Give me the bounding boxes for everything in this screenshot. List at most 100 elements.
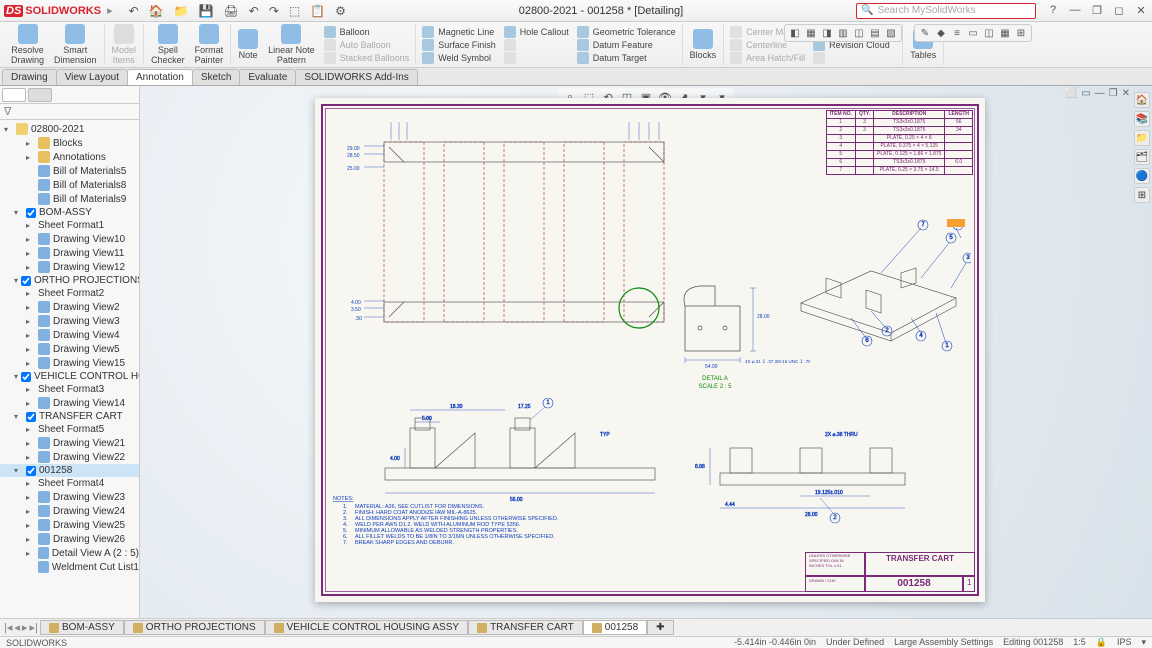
tree-item[interactable]: ▸Drawing View21 (0, 436, 139, 450)
tree-item[interactable]: ▾BOM-ASSY (0, 206, 139, 219)
right-view[interactable]: 8.88 28.00 4.44 19.125±.010 2X ⌀.38 THRU… (695, 418, 945, 538)
tree-root[interactable]: ▾02800-2021 (0, 122, 139, 136)
ribbon-note[interactable]: Note (235, 29, 261, 61)
tree-item[interactable]: Weldment Cut List1 (0, 560, 139, 574)
appearances-icon[interactable]: 🔵 (1134, 168, 1150, 184)
qat-button[interactable]: 📁 (174, 4, 189, 18)
minimize-icon[interactable]: — (1068, 4, 1082, 17)
ribbon-datum-target[interactable]: Datum Target (575, 52, 678, 64)
plan-view[interactable]: 29.00 28.50 25.00 4.00 3.50 .50 (329, 112, 669, 332)
ribbon-surface-finish[interactable]: Surface Finish (420, 39, 498, 51)
ribbon-weld-symbol[interactable]: Weld Symbol (420, 52, 498, 64)
tree-item[interactable]: ▸Drawing View10 (0, 232, 139, 246)
qat-button[interactable]: ↷ (269, 4, 279, 18)
tab-nav-last-icon[interactable]: ▸| (29, 621, 37, 634)
tree-item[interactable]: ▸Blocks (0, 136, 139, 150)
ribbon-hole-callout[interactable]: Hole Callout (502, 26, 571, 38)
home-icon[interactable]: 🏠 (1134, 92, 1150, 108)
tab-nav-prev-icon[interactable]: ◂ (14, 621, 20, 634)
tree-item[interactable]: ▸Drawing View11 (0, 246, 139, 260)
tree-item[interactable]: ▸Drawing View2 (0, 300, 139, 314)
status-units[interactable]: IPS (1117, 637, 1132, 648)
ribbon-resolve[interactable]: ResolveDrawing (8, 24, 47, 66)
tree-item[interactable]: ▸Drawing View14 (0, 396, 139, 410)
cmdtab-evaluate[interactable]: Evaluate (239, 69, 296, 85)
tree-item[interactable]: ▾ORTHO PROJECTIONS (0, 274, 139, 287)
tree-filter[interactable]: ∇ (0, 104, 139, 120)
qat-button[interactable]: ↶ (249, 4, 259, 18)
tab-nav-first-icon[interactable]: |◂ (4, 621, 12, 634)
sheet-tab-bom-assy[interactable]: BOM-ASSY (40, 620, 124, 635)
ribbon-linear-note[interactable]: Linear NotePattern (265, 24, 318, 66)
feature-tree-tab-icon[interactable] (2, 88, 26, 102)
tree-item[interactable]: ▸Drawing View26 (0, 532, 139, 546)
tree-item[interactable]: ▸Drawing View12 (0, 260, 139, 274)
sheet-tab-001258[interactable]: 001258 (583, 620, 647, 635)
resources-icon[interactable]: 📚 (1134, 111, 1150, 127)
drawing-sheet[interactable]: ITEM NO.QTY.DESCRIPTIONLENGTH13TS3x3x0.1… (315, 98, 985, 602)
ribbon-geometric-tolerance[interactable]: Geometric Tolerance (575, 26, 678, 38)
bom-table[interactable]: ITEM NO.QTY.DESCRIPTIONLENGTH13TS3x3x0.1… (826, 110, 973, 175)
status-scale[interactable]: 1:5 (1073, 637, 1086, 648)
graphics-area[interactable]: ⌕ ⬚ ⟲ ◫ ▣ 👁 ⬈ ▾ ▾ 🏠 📚 📁 🗂 🔵 ⊞ ⬜ ▭ — ❐ ✕ (140, 86, 1152, 618)
qat-button[interactable]: 🖨 (224, 4, 239, 18)
cmdtab-drawing[interactable]: Drawing (2, 69, 57, 85)
tree-item[interactable]: ▸Drawing View4 (0, 328, 139, 342)
ribbon-magnetic-line[interactable]: Magnetic Line (420, 26, 498, 38)
tree-item[interactable]: ▸Drawing View24 (0, 504, 139, 518)
feature-tree[interactable]: ▾02800-2021▸Blocks▸AnnotationsBill of Ma… (0, 120, 139, 618)
viewport-restore-icon[interactable]: ❐ (1109, 88, 1118, 99)
tree-item[interactable]: ▸Sheet Format3 (0, 383, 139, 396)
viewport-min-icon[interactable]: — (1095, 88, 1105, 99)
cmdtab-sketch[interactable]: Sketch (192, 69, 241, 85)
tree-item[interactable]: Bill of Materials8 (0, 178, 139, 192)
props-icon[interactable]: ⊞ (1134, 187, 1150, 203)
task-pane[interactable]: 🏠 📚 📁 🗂 🔵 ⊞ (1134, 92, 1150, 203)
ribbon-format[interactable]: FormatPainter (192, 24, 227, 66)
tree-item[interactable]: ▸Sheet Format5 (0, 423, 139, 436)
tree-item[interactable]: ▸Sheet Format2 (0, 287, 139, 300)
restore-icon[interactable]: ❐ (1090, 4, 1104, 17)
file-explorer-icon[interactable]: 🗂 (1134, 149, 1150, 165)
sheet-tab-ortho-projections[interactable]: ORTHO PROJECTIONS (124, 620, 265, 635)
heads-up-toolbar-2[interactable]: ✎◆≡▭◫▦⊞ (914, 24, 1032, 42)
ribbon-smart[interactable]: SmartDimension (51, 24, 100, 66)
tree-item[interactable]: ▸Drawing View23 (0, 490, 139, 504)
close-icon[interactable]: ✕ (1134, 4, 1148, 17)
tree-item[interactable]: ▸Drawing View22 (0, 450, 139, 464)
tree-item[interactable]: ▾VEHICLE CONTROL HOUSING ASS (0, 370, 139, 383)
ribbon-datum-feature[interactable]: Datum Feature (575, 39, 678, 51)
design-lib-icon[interactable]: 📁 (1134, 130, 1150, 146)
panel-tabs[interactable] (0, 86, 139, 104)
tree-item[interactable]: ▸Annotations (0, 150, 139, 164)
tree-item[interactable]: ▸Drawing View5 (0, 342, 139, 356)
ribbon-spell[interactable]: SpellChecker (148, 24, 188, 66)
detail-view-a[interactable]: 54.00 28.00 4X ⌀.31 ↧ .37 3/8-16 UNC ↧ .… (675, 278, 810, 398)
qat-button[interactable]: ⬚ (289, 4, 300, 18)
tab-nav-next-icon[interactable]: ▸ (22, 621, 28, 634)
sheet-tab-transfer-cart[interactable]: TRANSFER CART (468, 620, 583, 635)
cmdtab-view-layout[interactable]: View Layout (56, 69, 128, 85)
help-icon[interactable]: ? (1046, 4, 1060, 17)
tree-item[interactable]: ▸Sheet Format4 (0, 477, 139, 490)
cmdtab-solidworks-add-ins[interactable]: SOLIDWORKS Add-Ins (295, 69, 417, 85)
tree-item[interactable]: ▸Detail View A (2 : 5) (0, 546, 139, 560)
qat-button[interactable]: 💾 (199, 4, 214, 18)
status-more-icon[interactable]: ▾ (1141, 637, 1146, 648)
ribbon-balloon[interactable]: Balloon (322, 26, 412, 38)
tree-item[interactable]: ▸Drawing View15 (0, 356, 139, 370)
search-box[interactable]: 🔍 Search MySolidWorks (856, 3, 1036, 19)
heads-up-toolbar-1[interactable]: ◧▦◨▥◫▤▧ (784, 24, 902, 42)
cmdtab-annotation[interactable]: Annotation (127, 69, 193, 85)
viewport-close-icon[interactable]: ✕ (1122, 88, 1130, 99)
viewport-max-icon[interactable]: ⬜ (1065, 88, 1077, 99)
status-lock-icon[interactable]: 🔒 (1096, 637, 1107, 648)
qat-button[interactable]: ↶ (129, 4, 139, 18)
tree-item[interactable]: Bill of Materials5 (0, 164, 139, 178)
maximize-icon[interactable]: ◻ (1112, 4, 1126, 17)
sheet-tab-vehicle-control-housing-assy[interactable]: VEHICLE CONTROL HOUSING ASSY (265, 620, 468, 635)
property-tab-icon[interactable] (28, 88, 52, 102)
qat-button[interactable]: ⚙ (335, 4, 346, 18)
tree-item[interactable]: ▾001258 (0, 464, 139, 477)
tree-item[interactable]: ▸Drawing View25 (0, 518, 139, 532)
